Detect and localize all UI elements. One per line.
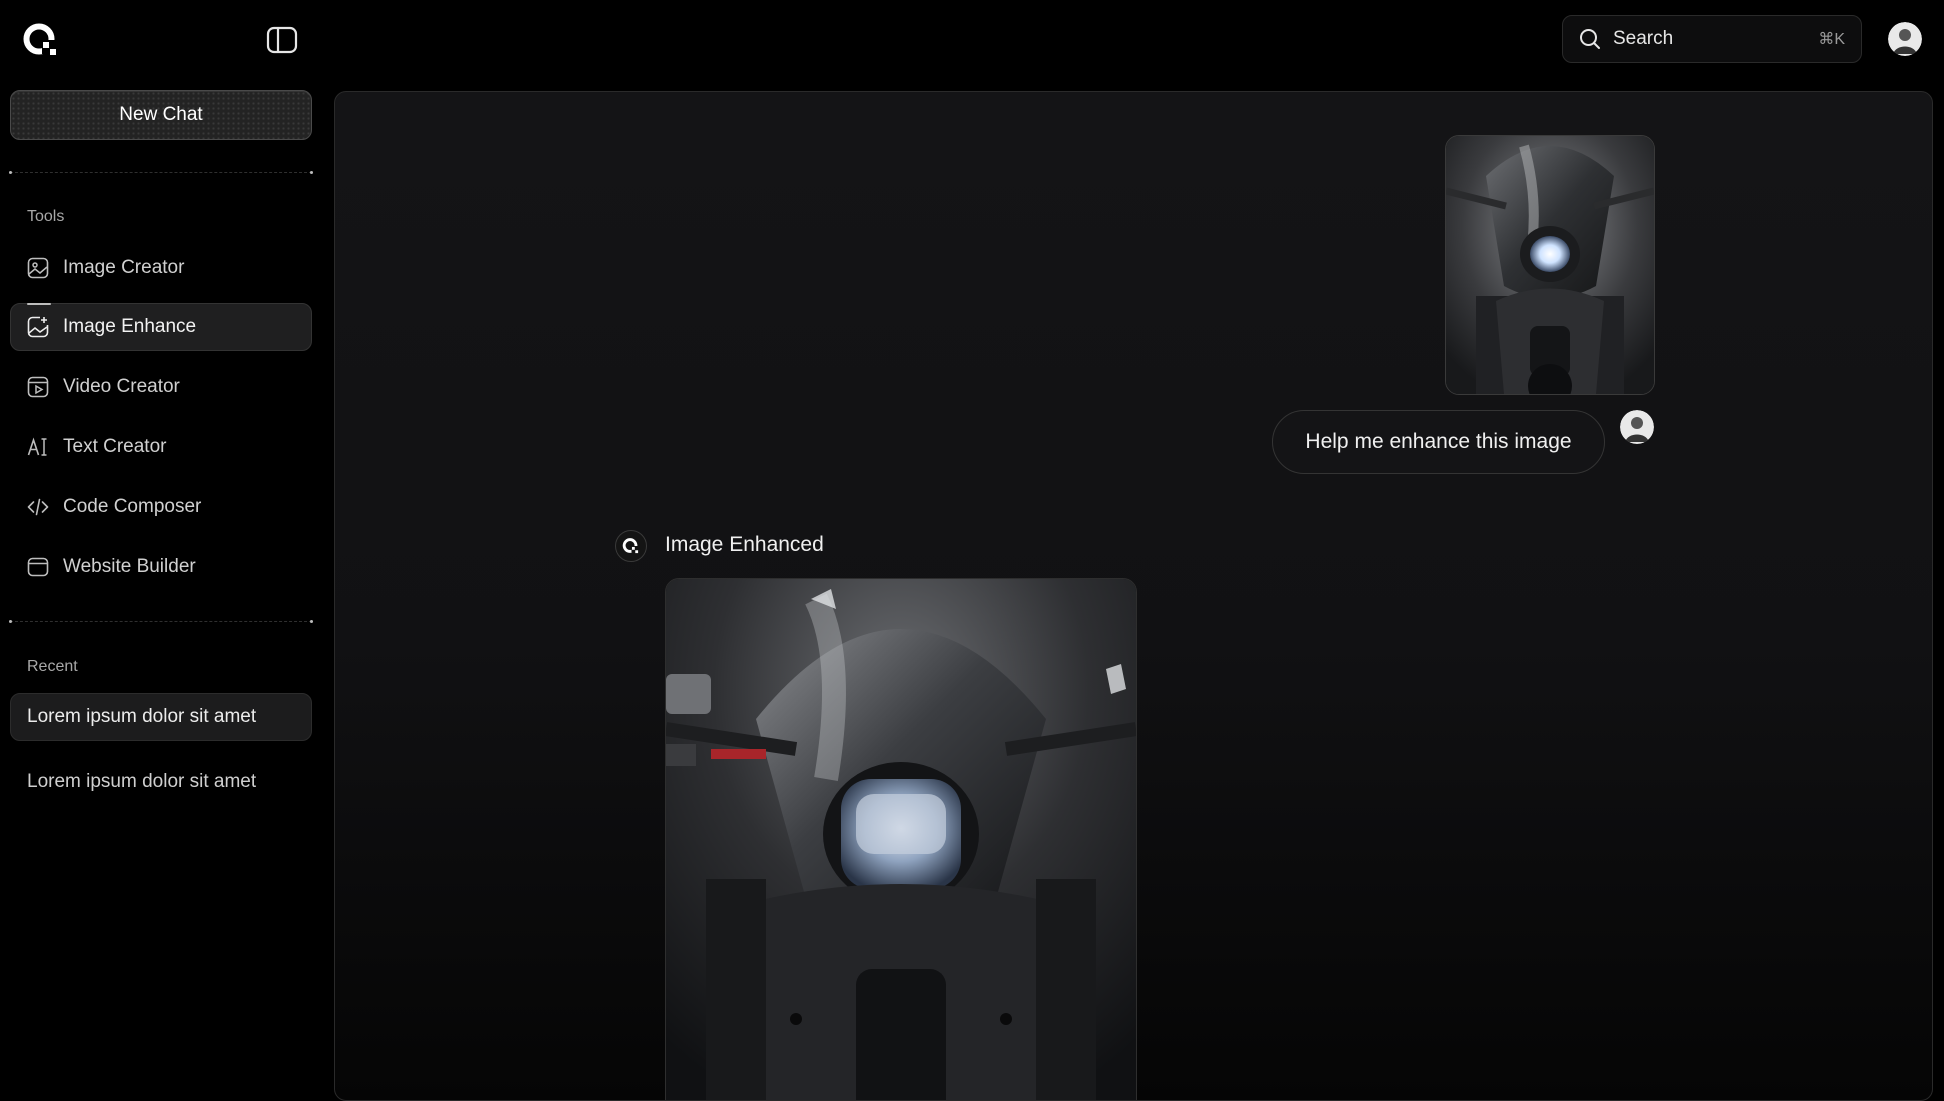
chat-panel: Help me enhance this image Image Enhance…: [334, 91, 1933, 1101]
sidebar-toggle-icon[interactable]: [266, 26, 298, 54]
sidebar-item-label: Code Composer: [63, 496, 202, 517]
sidebar-divider: [9, 171, 313, 174]
sidebar-divider: [9, 620, 313, 623]
sidebar-item-label: Website Builder: [63, 556, 196, 577]
user-avatar-icon: [1620, 410, 1654, 444]
sidebar-item-image-creator[interactable]: Image Creator: [10, 244, 312, 292]
sidebar-item-code-composer[interactable]: Code Composer: [10, 483, 312, 531]
sidebar-item-text-creator[interactable]: Text Creator: [10, 423, 312, 471]
sidebar-item-label: Image Enhance: [63, 316, 197, 337]
code-icon: [27, 496, 49, 518]
search-label: Search: [1613, 28, 1674, 49]
assistant-logo-icon: [615, 530, 647, 562]
image-icon: [27, 257, 49, 279]
enhanced-image[interactable]: [665, 578, 1137, 1100]
new-chat-button[interactable]: New Chat: [10, 90, 312, 140]
tools-section-label: Tools: [27, 208, 65, 225]
user-message-bubble: Help me enhance this image: [1272, 410, 1605, 474]
image-enhance-icon: [27, 316, 49, 338]
text-icon: [27, 436, 49, 458]
browser-window-icon: [27, 556, 49, 578]
sidebar-item-video-creator[interactable]: Video Creator: [10, 363, 312, 411]
video-icon: [27, 376, 49, 398]
sidebar: New Chat Tools Image Creator Image Enhan…: [0, 78, 330, 1092]
search-icon: [1579, 28, 1601, 50]
brand-logo-icon[interactable]: [22, 21, 60, 59]
assistant-response-title: Image Enhanced: [665, 533, 824, 556]
sidebar-item-image-enhance[interactable]: Image Enhance: [10, 303, 312, 351]
sidebar-item-label: Video Creator: [63, 376, 180, 397]
user-avatar-icon[interactable]: [1888, 22, 1922, 56]
recent-chat-item[interactable]: Lorem ipsum dolor sit amet: [10, 758, 312, 806]
search-shortcut: ⌘K: [1818, 31, 1845, 48]
sidebar-item-label: Text Creator: [63, 436, 167, 457]
recent-chat-item[interactable]: Lorem ipsum dolor sit amet: [10, 693, 312, 741]
sidebar-item-label: Image Creator: [63, 257, 185, 278]
sidebar-item-website-builder[interactable]: Website Builder: [10, 543, 312, 591]
search-bar[interactable]: Search ⌘K: [1562, 15, 1862, 63]
recent-section-label: Recent: [27, 658, 78, 675]
user-message-text: Help me enhance this image: [1305, 430, 1572, 453]
uploaded-image[interactable]: [1445, 135, 1655, 395]
